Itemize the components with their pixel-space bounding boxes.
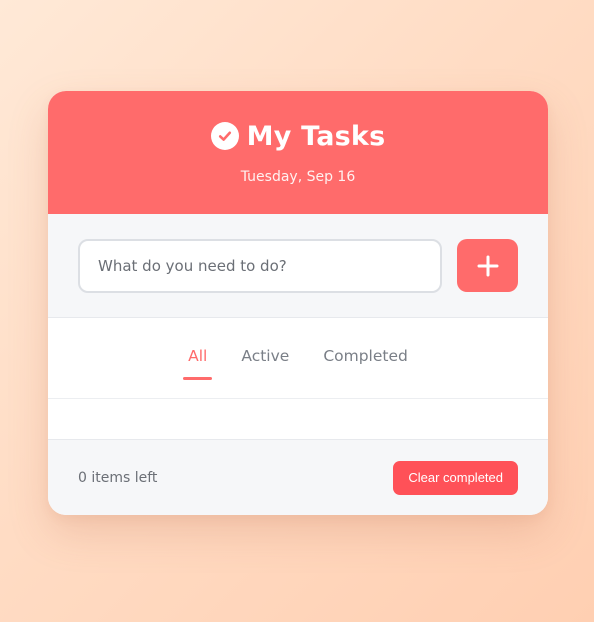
input-area [48, 214, 548, 318]
check-circle-icon [210, 122, 239, 150]
task-input[interactable] [78, 238, 442, 293]
page-title: My Tasks [246, 120, 386, 152]
header: My Tasks Tuesday, Sep 16 [48, 91, 548, 214]
tab-active[interactable]: Active [236, 318, 294, 380]
clear-completed-button[interactable]: Clear completed [393, 460, 518, 495]
filter-tabs: All Active Completed [48, 318, 548, 399]
tab-completed[interactable]: Completed [318, 318, 413, 380]
task-list [48, 399, 548, 439]
plus-icon [477, 255, 498, 276]
add-task-button[interactable] [457, 239, 518, 292]
current-date: Tuesday, Sep 16 [240, 169, 356, 185]
footer: 0 items left Clear completed [48, 439, 548, 515]
items-left-count: 0 items left [78, 469, 158, 486]
title-row: My Tasks [48, 91, 548, 152]
tab-all[interactable]: All [183, 318, 213, 380]
todo-card: My Tasks Tuesday, Sep 16 All Active Comp… [48, 91, 548, 515]
